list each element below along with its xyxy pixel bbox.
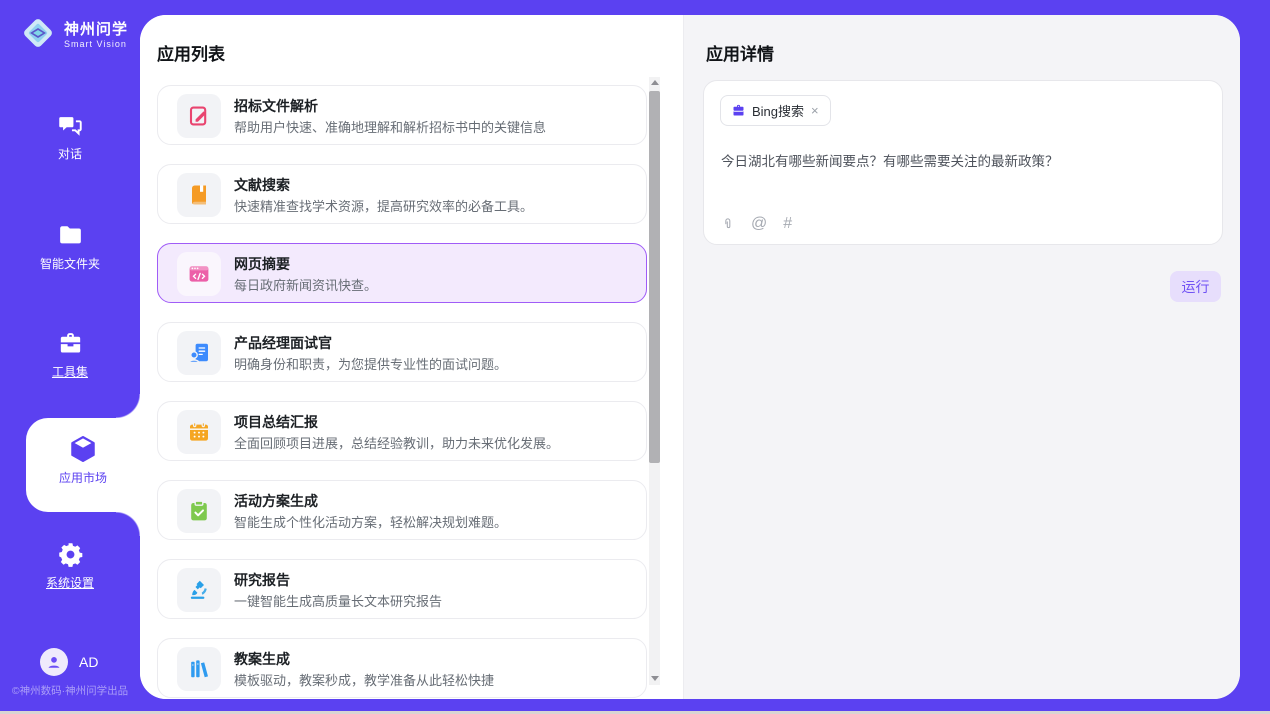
app-card-pm-interviewer[interactable]: 产品经理面试官 明确身份和职责，为您提供专业性的面试问题。 bbox=[157, 322, 647, 382]
sidebar-item-app-market[interactable]: 应用市场 bbox=[26, 418, 140, 512]
tab-curve-bottom bbox=[116, 512, 140, 536]
at-icon[interactable]: @ bbox=[751, 216, 767, 232]
app-list-title: 应用列表 bbox=[157, 40, 225, 65]
card-icon-tile bbox=[177, 647, 221, 691]
app-card-title: 教案生成 bbox=[234, 649, 290, 669]
scrollbar-thumb[interactable] bbox=[649, 91, 660, 463]
sidebar-item-label: 系统设置 bbox=[0, 574, 140, 591]
scrollbar-up-arrow[interactable] bbox=[649, 77, 660, 89]
scrollbar-down-arrow[interactable] bbox=[649, 673, 660, 685]
books-icon bbox=[187, 657, 211, 681]
app-card-description: 快速精准查找学术资源，提高研究效率的必备工具。 bbox=[234, 196, 533, 215]
microscope-icon bbox=[187, 578, 211, 602]
user-name: AD bbox=[79, 654, 98, 670]
document-edit-icon bbox=[187, 104, 211, 128]
app-card-description: 一键智能生成高质量长文本研究报告 bbox=[234, 591, 442, 610]
cube-icon bbox=[68, 434, 98, 464]
folder-icon bbox=[57, 222, 84, 249]
app-card-title: 活动方案生成 bbox=[234, 491, 318, 511]
interviewer-icon bbox=[187, 341, 211, 365]
tab-curve-top bbox=[116, 394, 140, 418]
copyright-footer: ©神州数码·神州问学出品 bbox=[0, 683, 140, 698]
app-card-tender-analysis[interactable]: 招标文件解析 帮助用户快速、准确地理解和解析招标书中的关键信息 bbox=[157, 85, 647, 145]
app-card-description: 每日政府新闻资讯快查。 bbox=[234, 275, 377, 294]
app-card-web-summary[interactable]: 网页摘要 每日政府新闻资讯快查。 bbox=[157, 243, 647, 303]
browser-code-icon bbox=[187, 262, 211, 286]
sidebar-item-settings[interactable]: 系统设置 bbox=[0, 541, 140, 591]
app-card-lesson-plan[interactable]: 教案生成 模板驱动，教案秒成，教学准备从此轻松快捷 bbox=[157, 638, 647, 698]
app-card-title: 项目总结汇报 bbox=[234, 412, 318, 432]
app-card-description: 模板驱动，教案秒成，教学准备从此轻松快捷 bbox=[234, 670, 494, 689]
app-list-panel: 应用列表 招标文件解析 帮助用户快速、准确地理解和解析招标书中的关键信息 bbox=[140, 15, 683, 699]
app-card-project-summary[interactable]: 项目总结汇报 全面回顾项目进展，总结经验教训，助力未来优化发展。 bbox=[157, 401, 647, 461]
sidebar: 神州问学 Smart Vision 对话 智能文件夹 工具集 应用市场 bbox=[0, 0, 140, 711]
tool-chip-bing-search[interactable]: Bing搜索 × bbox=[720, 95, 831, 126]
user-avatar-icon bbox=[45, 653, 63, 671]
app-card-research-report[interactable]: 研究报告 一键智能生成高质量长文本研究报告 bbox=[157, 559, 647, 619]
logo-subtitle: Smart Vision bbox=[64, 39, 128, 49]
card-icon-tile bbox=[177, 489, 221, 533]
app-card-title: 网页摘要 bbox=[234, 254, 290, 274]
user-account[interactable]: AD bbox=[40, 648, 98, 676]
app-logo: 神州问学 Smart Vision bbox=[20, 15, 128, 51]
card-icon-tile bbox=[177, 94, 221, 138]
app-detail-title: 应用详情 bbox=[706, 40, 774, 65]
card-icon-tile bbox=[177, 568, 221, 612]
tool-chip-label: Bing搜索 bbox=[752, 101, 804, 120]
chat-icon bbox=[57, 112, 84, 139]
app-card-literature-search[interactable]: 文献搜索 快速精准查找学术资源，提高研究效率的必备工具。 bbox=[157, 164, 647, 224]
app-detail-panel: 应用详情 Bing搜索 × 今日湖北有哪些新闻要点？有哪些需要关注的最新政策？ … bbox=[683, 15, 1240, 699]
app-card-description: 智能生成个性化活动方案，轻松解决规划难题。 bbox=[234, 512, 507, 531]
app-card-description: 明确身份和职责，为您提供专业性的面试问题。 bbox=[234, 354, 507, 373]
app-card-description: 全面回顾项目进展，总结经验教训，助力未来优化发展。 bbox=[234, 433, 559, 452]
prompt-card: Bing搜索 × 今日湖北有哪些新闻要点？有哪些需要关注的最新政策？ @ # bbox=[703, 80, 1223, 245]
app-card-list: 招标文件解析 帮助用户快速、准确地理解和解析招标书中的关键信息 文献搜索 快速精… bbox=[157, 85, 647, 699]
sidebar-item-label: 工具集 bbox=[0, 363, 140, 380]
app-card-description: 帮助用户快速、准确地理解和解析招标书中的关键信息 bbox=[234, 117, 546, 136]
logo-title: 神州问学 bbox=[64, 18, 128, 39]
card-icon-tile bbox=[177, 410, 221, 454]
app-card-title: 研究报告 bbox=[234, 570, 290, 590]
sidebar-item-label: 应用市场 bbox=[26, 469, 140, 486]
app-card-event-plan[interactable]: 活动方案生成 智能生成个性化活动方案，轻松解决规划难题。 bbox=[157, 480, 647, 540]
app-card-title: 招标文件解析 bbox=[234, 96, 318, 116]
sidebar-item-label: 对话 bbox=[0, 145, 140, 162]
sidebar-item-toolset[interactable]: 工具集 bbox=[0, 330, 140, 380]
sidebar-item-smart-folder[interactable]: 智能文件夹 bbox=[0, 222, 140, 272]
paperclip-icon[interactable] bbox=[721, 215, 735, 233]
book-icon bbox=[187, 183, 211, 207]
query-text[interactable]: 今日湖北有哪些新闻要点？有哪些需要关注的最新政策？ bbox=[721, 150, 1059, 170]
app-list-scrollbar[interactable] bbox=[649, 77, 660, 685]
sidebar-item-label: 智能文件夹 bbox=[0, 255, 140, 272]
close-icon[interactable]: × bbox=[810, 103, 820, 118]
app-card-title: 产品经理面试官 bbox=[234, 333, 332, 353]
card-icon-tile bbox=[177, 173, 221, 217]
clipboard-check-icon bbox=[187, 499, 211, 523]
sidebar-item-chat[interactable]: 对话 bbox=[0, 112, 140, 162]
avatar bbox=[40, 648, 68, 676]
card-icon-tile bbox=[177, 252, 221, 296]
hash-icon[interactable]: # bbox=[783, 216, 792, 232]
briefcase-icon bbox=[731, 103, 746, 118]
gear-icon bbox=[57, 541, 84, 568]
run-button[interactable]: 运行 bbox=[1170, 271, 1221, 302]
main-content: 应用列表 招标文件解析 帮助用户快速、准确地理解和解析招标书中的关键信息 bbox=[140, 15, 1240, 699]
toolbox-icon bbox=[57, 330, 84, 357]
card-icon-tile bbox=[177, 331, 221, 375]
attachment-toolbar: @ # bbox=[721, 215, 792, 233]
app-card-title: 文献搜索 bbox=[234, 175, 290, 195]
gem-logo-icon bbox=[20, 15, 56, 51]
calendar-icon bbox=[187, 420, 211, 444]
